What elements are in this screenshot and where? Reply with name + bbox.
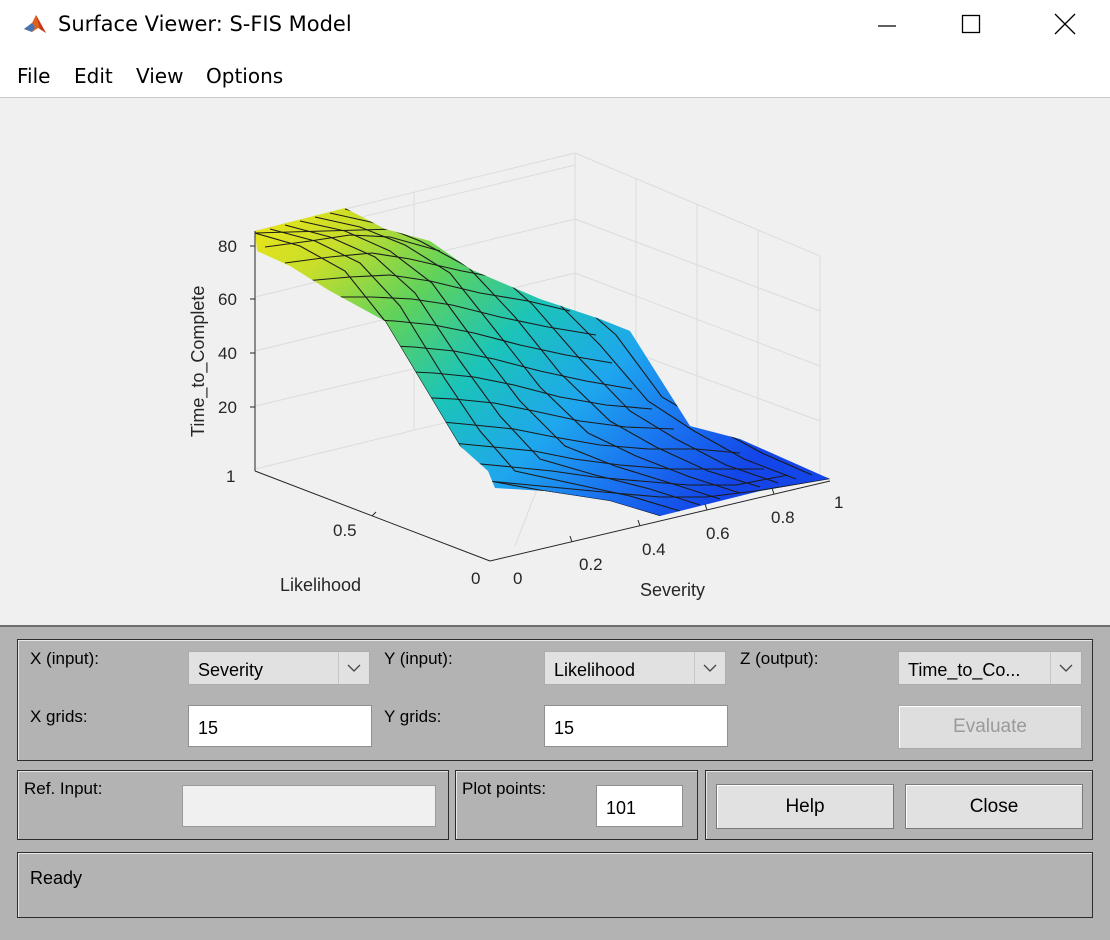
z-output-select[interactable]: Time_to_Co... [898,651,1082,685]
y-axis-label: Likelihood [280,575,361,595]
plot-points-label: Plot points: [462,779,547,798]
z-axis-label: Time_to_Complete [188,286,209,437]
menu-edit[interactable]: Edit [74,64,113,88]
menu-options[interactable]: Options [206,64,283,88]
chevron-down-icon [1050,652,1081,684]
y-input-select[interactable]: Likelihood [544,651,726,685]
z-output-value: Time_to_Co... [908,660,1021,680]
plot-points-input[interactable]: 101 [596,785,683,827]
z-tick-60: 60 [218,290,237,309]
x-input-label: X (input): [30,649,99,668]
plot-points-value: 101 [606,798,637,818]
minimize-button[interactable] [860,0,914,48]
window-title: Surface Viewer: S-FIS Model [58,12,352,36]
x-grids-value: 15 [198,718,219,738]
y-tick-0: 0 [471,569,480,588]
help-button[interactable]: Help [716,784,894,829]
close-button[interactable]: Close [905,784,1083,829]
surface-mesh [255,208,830,516]
x-tick-0-6: 0.6 [706,524,730,543]
y-grids-value: 15 [554,718,575,738]
close-icon [1054,13,1076,35]
x-tick-0-4: 0.4 [642,540,666,559]
status-text: Ready [30,868,83,888]
evaluate-button[interactable]: Evaluate [898,705,1082,749]
minimize-icon [878,25,896,27]
maximize-button[interactable] [944,0,998,48]
y-tick-0-5: 0.5 [333,521,357,540]
x-input-select[interactable]: Severity [188,651,370,685]
z-tick-40: 40 [218,344,237,363]
x-tick-0-2: 0.2 [579,555,603,574]
close-window-button[interactable] [1038,0,1092,48]
menu-file[interactable]: File [17,64,50,88]
menu-view[interactable]: View [136,64,183,88]
z-tick-80: 80 [218,237,237,256]
y-tick-1: 1 [226,467,235,486]
ref-input-field[interactable] [182,785,436,827]
x-input-value: Severity [198,660,264,680]
title-bar: Surface Viewer: S-FIS Model [0,0,1110,52]
x-axis-label: Severity [640,580,705,600]
y-input-value: Likelihood [554,660,636,680]
matlab-icon [22,11,48,37]
x-tick-1: 1 [834,493,843,512]
ref-input-label: Ref. Input: [24,779,103,798]
z-output-label: Z (output): [740,649,819,668]
plot-area[interactable]: 80 60 40 20 1 0.5 0 0 0.2 0.4 0.6 0.8 1 … [0,97,1110,626]
surface-plot[interactable]: 80 60 40 20 1 0.5 0 0 0.2 0.4 0.6 0.8 1 … [0,98,1110,626]
x-tick-0: 0 [513,569,522,588]
y-grids-label: Y grids: [384,707,442,726]
control-panel: X (input): Severity Y (input): Likelihoo… [0,625,1110,940]
x-grids-input[interactable]: 15 [188,705,372,747]
chevron-down-icon [338,652,369,684]
x-tick-0-8: 0.8 [771,508,795,527]
y-input-label: Y (input): [384,649,453,668]
y-grids-input[interactable]: 15 [544,705,728,747]
maximize-icon [961,14,981,34]
z-tick-20: 20 [218,398,237,417]
x-grids-label: X grids: [30,707,88,726]
status-frame [17,852,1093,918]
chevron-down-icon [694,652,725,684]
menu-bar: File Edit View Options [0,56,1110,96]
